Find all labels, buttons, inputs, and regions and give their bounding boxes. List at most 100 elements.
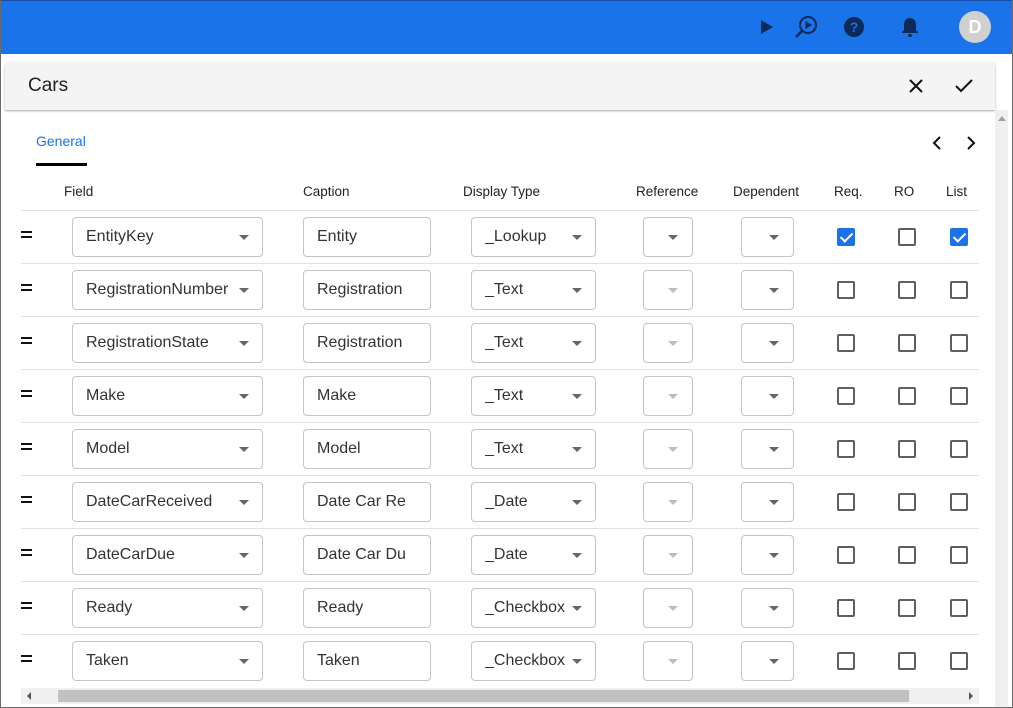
drag-handle-icon[interactable] — [21, 549, 32, 556]
display-type-select[interactable]: _Lookup — [471, 217, 596, 257]
scroll-right-arrow[interactable] — [969, 692, 973, 700]
caption-input[interactable]: Entity — [303, 217, 431, 257]
req-checkbox[interactable] — [837, 281, 855, 299]
drag-handle-icon[interactable] — [21, 602, 32, 609]
scroll-up-arrow[interactable] — [998, 116, 1006, 121]
display-type-select[interactable]: _Checkbox — [471, 588, 596, 628]
chevron-down-icon — [668, 341, 678, 346]
list-checkbox[interactable] — [950, 334, 968, 352]
field-select[interactable]: Taken — [72, 641, 263, 681]
dependent-select[interactable] — [741, 270, 794, 310]
field-select[interactable]: RegistrationNumber — [72, 270, 263, 310]
dependent-select[interactable] — [741, 376, 794, 416]
display-type-select[interactable]: _Date — [471, 535, 596, 575]
ro-checkbox[interactable] — [898, 228, 916, 246]
dependent-select[interactable] — [741, 588, 794, 628]
top-app-bar: ? D — [1, 0, 1012, 54]
display-type-select[interactable]: _Date — [471, 482, 596, 522]
caption-input[interactable]: Registration — [303, 270, 431, 310]
chevron-down-icon — [572, 447, 582, 452]
chevron-right-icon — [967, 136, 976, 150]
dependent-select[interactable] — [741, 641, 794, 681]
list-checkbox[interactable] — [950, 387, 968, 405]
caption-input[interactable]: Ready — [303, 588, 431, 628]
field-select[interactable]: Make — [72, 376, 263, 416]
previous-button[interactable] — [927, 133, 947, 153]
scroll-thumb[interactable] — [58, 690, 909, 702]
req-checkbox[interactable] — [837, 652, 855, 670]
display-type-select[interactable]: _Text — [471, 270, 596, 310]
ro-checkbox[interactable] — [898, 281, 916, 299]
close-button[interactable] — [904, 74, 928, 98]
list-checkbox[interactable] — [950, 599, 968, 617]
caption-input[interactable]: Date Car Du — [303, 535, 431, 575]
chevron-down-icon — [572, 500, 582, 505]
svg-text:?: ? — [850, 19, 859, 35]
list-checkbox[interactable] — [950, 546, 968, 564]
tab-general[interactable]: General — [36, 133, 86, 149]
reference-select[interactable] — [643, 217, 693, 257]
vertical-scrollbar[interactable] — [995, 110, 1008, 707]
bell-icon[interactable] — [897, 14, 923, 40]
dependent-select[interactable] — [741, 535, 794, 575]
ro-checkbox[interactable] — [898, 493, 916, 511]
req-checkbox[interactable] — [837, 387, 855, 405]
avatar[interactable]: D — [959, 11, 991, 43]
chevron-down-icon — [239, 341, 249, 346]
help-icon[interactable]: ? — [841, 14, 867, 40]
caption-input[interactable]: Taken — [303, 641, 431, 681]
display-type-select[interactable]: _Text — [471, 323, 596, 363]
dependent-select[interactable] — [741, 217, 794, 257]
caption-input[interactable]: Make — [303, 376, 431, 416]
search-play-icon[interactable] — [793, 14, 819, 40]
next-button[interactable] — [961, 133, 981, 153]
drag-handle-icon[interactable] — [21, 655, 32, 662]
req-checkbox[interactable] — [837, 334, 855, 352]
display-type-select[interactable]: _Text — [471, 429, 596, 469]
field-select[interactable]: Ready — [72, 588, 263, 628]
column-header-dependent: Dependent — [733, 184, 800, 199]
drag-handle-icon[interactable] — [21, 443, 32, 450]
play-icon[interactable] — [754, 14, 780, 40]
scroll-left-arrow[interactable] — [27, 692, 31, 700]
caption-input[interactable]: Registration — [303, 323, 431, 363]
req-checkbox[interactable] — [837, 440, 855, 458]
list-checkbox[interactable] — [950, 440, 968, 458]
req-checkbox[interactable] — [837, 493, 855, 511]
list-checkbox[interactable] — [950, 493, 968, 511]
req-checkbox[interactable] — [837, 599, 855, 617]
ro-checkbox[interactable] — [898, 440, 916, 458]
field-select[interactable]: EntityKey — [72, 217, 263, 257]
display-type-select[interactable]: _Checkbox — [471, 641, 596, 681]
display-type-select[interactable]: _Text — [471, 376, 596, 416]
confirm-button[interactable] — [952, 74, 976, 98]
dependent-select[interactable] — [741, 323, 794, 363]
drag-handle-icon[interactable] — [21, 496, 32, 503]
chevron-down-icon — [769, 341, 779, 346]
drag-handle-icon[interactable] — [21, 231, 32, 238]
caption-input[interactable]: Model — [303, 429, 431, 469]
chevron-down-icon — [572, 606, 582, 611]
ro-checkbox[interactable] — [898, 334, 916, 352]
caption-input[interactable]: Date Car Re — [303, 482, 431, 522]
field-select[interactable]: DateCarReceived — [72, 482, 263, 522]
req-checkbox[interactable] — [837, 228, 855, 246]
field-select[interactable]: RegistrationState — [72, 323, 263, 363]
list-checkbox[interactable] — [950, 652, 968, 670]
req-checkbox[interactable] — [837, 546, 855, 564]
ro-checkbox[interactable] — [898, 387, 916, 405]
ro-checkbox[interactable] — [898, 599, 916, 617]
field-select[interactable]: DateCarDue — [72, 535, 263, 575]
dependent-select[interactable] — [741, 429, 794, 469]
field-select[interactable]: Model — [72, 429, 263, 469]
list-checkbox[interactable] — [950, 281, 968, 299]
ro-checkbox[interactable] — [898, 652, 916, 670]
ro-checkbox[interactable] — [898, 546, 916, 564]
drag-handle-icon[interactable] — [21, 390, 32, 397]
check-icon — [955, 79, 973, 93]
dependent-select[interactable] — [741, 482, 794, 522]
drag-handle-icon[interactable] — [21, 284, 32, 291]
list-checkbox[interactable] — [950, 228, 968, 246]
horizontal-scrollbar[interactable] — [21, 688, 979, 704]
drag-handle-icon[interactable] — [21, 337, 32, 344]
